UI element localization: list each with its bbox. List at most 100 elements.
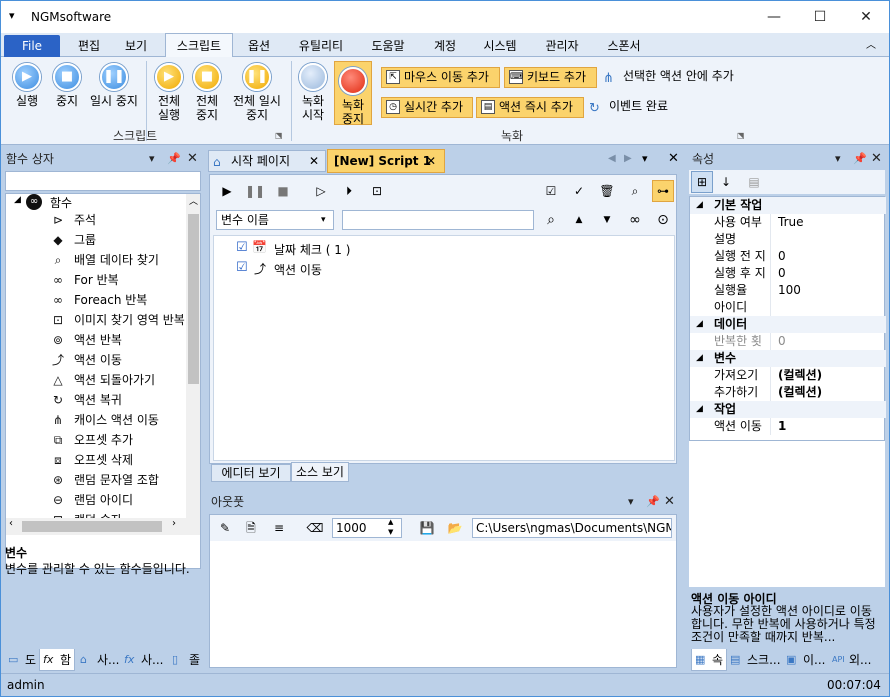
close-tab-icon[interactable]: ✕ [309, 151, 319, 171]
bottom-tab-properties[interactable]: ▦ 속 [691, 649, 727, 671]
collapse-icon[interactable]: ◢ [696, 401, 703, 418]
menu-script[interactable]: 스크립트 [165, 33, 233, 58]
pin-icon[interactable]: 📌 [167, 148, 181, 170]
property-row[interactable]: 실행율 100 [690, 282, 886, 299]
panel-menu-icon[interactable]: ▾ [149, 148, 155, 170]
close-icon[interactable]: ✕ [187, 148, 198, 170]
minimize-button[interactable]: — [751, 1, 797, 33]
check-icon[interactable]: ✓ [568, 180, 590, 202]
close-icon[interactable]: ✕ [668, 151, 679, 166]
close-icon[interactable]: ✕ [664, 491, 675, 513]
more-icon[interactable]: ⊙ [652, 209, 674, 231]
property-category[interactable]: ◢ 변수 [690, 350, 886, 367]
pause-all-button[interactable]: ❚❚ 전체 일시 중지 [229, 63, 285, 122]
property-row[interactable]: 사용 여부 True [690, 214, 886, 231]
tree-view-icon[interactable]: ⊶ [652, 180, 674, 202]
clear-icon[interactable]: ✎ [214, 517, 236, 539]
bottom-tab-script[interactable]: ▤ 스크... [727, 649, 783, 671]
bottom-tab-3[interactable]: fx 사... [121, 649, 167, 671]
panel-menu-icon[interactable]: ▾ [835, 148, 841, 170]
menu-edit[interactable]: 편집 [69, 37, 109, 55]
save-icon[interactable]: 💾 [416, 517, 438, 539]
stop-all-button[interactable]: ■ 전체 중지 [189, 63, 225, 122]
add-realtime-button[interactable]: ◷ 실시간 추가 [381, 97, 473, 118]
vertical-scrollbar[interactable]: ︿ [186, 194, 200, 518]
add-mouse-move-button[interactable]: ⇱ 마우스 이동 추가 [381, 67, 500, 88]
menu-utility[interactable]: 유틸리티 [291, 37, 351, 55]
dialog-launcher-icon[interactable]: ⬔ [737, 131, 745, 140]
checkbox-checked-icon[interactable]: ☑ [236, 260, 248, 275]
move-down-icon[interactable]: ▼ [596, 209, 618, 231]
tab-list-icon[interactable]: ▾ [642, 152, 648, 165]
property-row[interactable]: 액션 이동 1 [690, 418, 886, 435]
eraser-icon[interactable]: ⌫ [304, 517, 326, 539]
step-over-icon[interactable]: ⊡ [366, 180, 388, 202]
event-done-button[interactable]: ↻ 이벤트 완료 [587, 97, 687, 116]
property-row[interactable]: 실행 후 지0 [690, 265, 886, 282]
folder-open-icon[interactable]: 📂 [444, 517, 466, 539]
file-settings-icon[interactable]: 🗎 [240, 517, 262, 539]
infinity-icon[interactable]: ∞ [624, 209, 646, 231]
bottom-tab-4[interactable]: ▯ 졸 [169, 649, 203, 671]
add-in-action-button[interactable]: ⋔ 선택한 액션 안에 추가 [601, 67, 751, 86]
menu-sponsor[interactable]: 스폰서 [599, 37, 649, 55]
record-start-button[interactable]: 녹화 시작 [295, 63, 331, 122]
run-all-button[interactable]: ▶ 전체 실행 [151, 63, 187, 122]
search-icon[interactable]: ⌕ [540, 209, 562, 231]
tree-root-label[interactable]: 함수 [50, 194, 72, 211]
expand-icon[interactable]: ◢ [14, 195, 21, 205]
dialog-launcher-icon[interactable]: ⬔ [275, 131, 283, 140]
property-row[interactable]: 가져오기 (컬렉션) [690, 367, 886, 384]
find-icon[interactable]: ⌕ [624, 180, 646, 202]
menu-admin[interactable]: 관리자 [537, 37, 587, 55]
bottom-tab-external[interactable]: API 외... [829, 649, 885, 671]
property-row[interactable]: 실행 전 지0 [690, 248, 886, 265]
menu-system[interactable]: 시스템 [475, 37, 525, 55]
list-icon[interactable]: ≡ [268, 517, 290, 539]
play-button[interactable]: ▶ [216, 180, 238, 202]
panel-menu-icon[interactable]: ▾ [628, 491, 634, 513]
tab-start-page[interactable]: ⌂ 시작 페이지 ✕ [208, 150, 326, 172]
close-tab-icon[interactable]: ✕ [426, 150, 436, 172]
delete-icon[interactable]: 🗑 [596, 180, 618, 202]
scroll-thumb[interactable] [188, 214, 199, 384]
property-pages-icon[interactable]: ▤ [743, 171, 765, 193]
property-category[interactable]: ◢ 기본 작업 [690, 197, 886, 214]
collapse-icon[interactable]: ◢ [696, 197, 703, 214]
close-button[interactable]: ✕ [843, 1, 889, 33]
variable-input[interactable] [342, 210, 534, 230]
step-play-icon[interactable]: ▷ [310, 180, 332, 202]
property-row[interactable]: 아이디 [690, 299, 886, 316]
run-button[interactable]: ▶ 실행 [7, 63, 47, 108]
collapse-icon[interactable]: ◢ [696, 350, 703, 367]
menu-options[interactable]: 옵션 [239, 37, 279, 55]
tab-left-icon[interactable]: ◀ [608, 153, 616, 164]
menu-help[interactable]: 도움말 [363, 37, 413, 55]
horizontal-scrollbar[interactable]: ‹ › [6, 518, 200, 535]
variable-select[interactable]: 변수 이름 ▾ [216, 210, 334, 230]
step-into-icon[interactable]: ⏵ [338, 180, 360, 202]
stepper-arrows-icon[interactable]: ▲ ▼ [388, 517, 393, 537]
action-item[interactable]: ☑ ⤴ 액션 이동 [236, 260, 436, 278]
bottom-tab-2[interactable]: ⌂ 사... [77, 649, 121, 671]
bottom-tab-image[interactable]: ▣ 이... [783, 649, 827, 671]
checkbox-checked-icon[interactable]: ☑ [236, 240, 248, 255]
function-search-input[interactable] [5, 171, 201, 191]
sort-az-icon[interactable]: ↓ [715, 171, 737, 193]
maximize-button[interactable]: ☐ [797, 1, 843, 33]
pin-icon[interactable]: 📌 [853, 148, 867, 170]
tab-editor-view[interactable]: 에디터 보기 [211, 464, 291, 482]
property-row[interactable]: 설명 [690, 231, 886, 248]
pin-icon[interactable]: 📌 [646, 491, 660, 513]
add-action-now-button[interactable]: ▤ 액션 즉시 추가 [476, 97, 584, 118]
system-menu-icon[interactable]: ▾ [9, 9, 15, 22]
scroll-thumb[interactable] [22, 521, 162, 532]
log-path-input[interactable]: C:\Users\ngmas\Documents\NGM6\ [472, 518, 672, 538]
collapse-icon[interactable]: ◢ [696, 316, 703, 333]
bottom-tab-0[interactable]: ▭ 도 [5, 649, 41, 671]
menu-account[interactable]: 계정 [425, 37, 465, 55]
tab-source-view[interactable]: 소스 보기 [291, 462, 349, 482]
collapse-ribbon-icon[interactable]: ︿ [863, 37, 879, 55]
property-row[interactable]: 추가하기 (컬렉션) [690, 384, 886, 401]
pause-button[interactable]: ❚❚ [244, 180, 266, 202]
